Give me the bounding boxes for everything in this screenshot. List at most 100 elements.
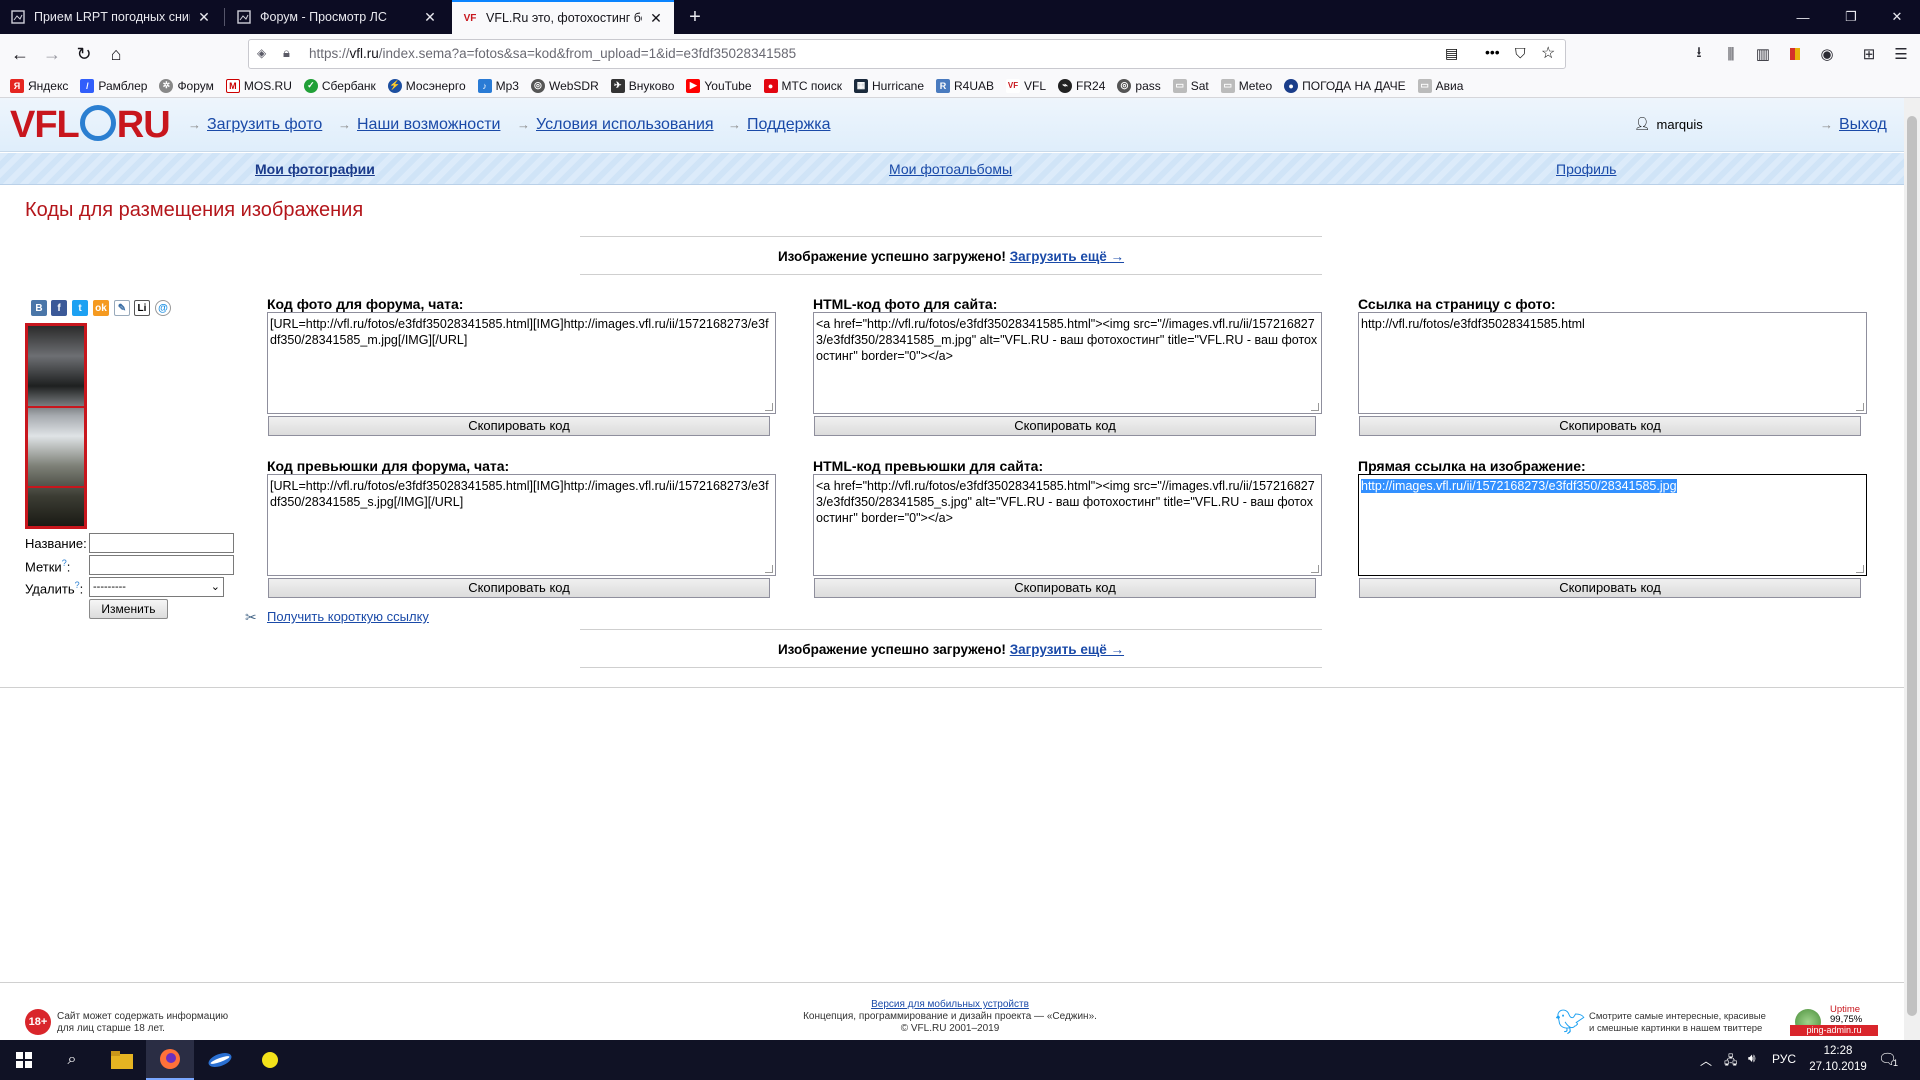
- volume-icon[interactable]: 🔊︎: [1748, 1051, 1756, 1066]
- bookmark-youtube[interactable]: ▶ YouTube: [686, 78, 752, 93]
- resize-grip-icon[interactable]: [765, 565, 773, 573]
- ping-admin-badge[interactable]: ping-admin.ru: [1790, 1025, 1878, 1036]
- sdr-app-icon[interactable]: [196, 1040, 244, 1080]
- twitter-share-icon[interactable]: t: [72, 300, 88, 316]
- bookmark-websdr[interactable]: ◎ WebSDR: [530, 78, 599, 93]
- name-input[interactable]: [89, 533, 234, 553]
- forward-icon[interactable]: →: [36, 38, 68, 70]
- vfl-logo[interactable]: VFL RU: [10, 104, 171, 147]
- bookmark-pogoda[interactable]: ● ПОГОДА НА ДАЧЕ: [1284, 78, 1406, 93]
- close-icon[interactable]: ✕: [648, 10, 664, 27]
- clock[interactable]: 12:28 27.10.2019: [1808, 1043, 1868, 1075]
- features-link[interactable]: → Наши возможности: [338, 116, 500, 134]
- close-icon[interactable]: ✕: [422, 9, 438, 26]
- twitter-bird-icon[interactable]: 🐦︎: [1555, 1011, 1585, 1035]
- bookmark-forum[interactable]: ✲ Форум: [159, 78, 214, 93]
- library-icon[interactable]: ⫼: [1718, 41, 1744, 67]
- bookmark-vnukovo[interactable]: ✈ Внуково: [610, 78, 674, 93]
- new-tab-button[interactable]: +: [678, 0, 712, 34]
- bookmark-star-icon[interactable]: ☆: [1541, 43, 1555, 63]
- extensions-icon[interactable]: ⊞: [1856, 41, 1882, 67]
- tab-vfl[interactable]: VF VFL.Ru это, фотохостинг без р ✕: [452, 0, 674, 34]
- bookmark-r4uab[interactable]: R R4UAB: [936, 78, 994, 93]
- resize-grip-icon[interactable]: [1856, 403, 1864, 411]
- tab-lrpt[interactable]: Прием LRPT погодных снимков ✕: [0, 0, 222, 34]
- lock-icon[interactable]: 🔒︎: [283, 45, 290, 61]
- extension-flag-icon[interactable]: [1782, 41, 1808, 67]
- code-html-photo-textarea[interactable]: <a href="http://vfl.ru/fotos/e3fdf350283…: [813, 312, 1322, 414]
- my-photos-link[interactable]: Мои фотографии: [255, 161, 375, 177]
- reader-view-icon[interactable]: ▤: [1445, 45, 1458, 62]
- minimize-icon[interactable]: —: [1780, 0, 1826, 34]
- bookmark-mosru[interactable]: M MOS.RU: [225, 78, 292, 93]
- windows-start-icon[interactable]: [0, 1040, 48, 1080]
- bookmark-hurricane[interactable]: ▦ Hurricane: [853, 78, 924, 93]
- bookmark-sberbank[interactable]: ✓ Сбербанк: [303, 78, 376, 93]
- sidebar-icon[interactable]: ▥: [1750, 41, 1776, 67]
- bookmark-mosenergo[interactable]: ⚡ Мосэнерго: [387, 78, 466, 93]
- file-explorer-icon[interactable]: [98, 1040, 146, 1080]
- bookmark-rambler[interactable]: / Рамблер: [80, 78, 147, 93]
- mobile-version-link[interactable]: Версия для мобильных устройств: [700, 999, 1200, 1011]
- link-share-icon[interactable]: ✎: [114, 300, 130, 316]
- bookmark-mts[interactable]: ● МТС поиск: [763, 78, 842, 93]
- close-icon[interactable]: ✕: [196, 9, 212, 26]
- reload-icon[interactable]: ↻: [68, 38, 100, 70]
- page-actions-icon[interactable]: •••: [1485, 44, 1500, 60]
- my-albums-link[interactable]: Мои фотоальбомы: [889, 161, 1012, 177]
- code-forum-photo-textarea[interactable]: [URL=http://vfl.ru/fotos/e3fdf3502834158…: [267, 312, 776, 414]
- firefox-icon[interactable]: [146, 1040, 194, 1080]
- upload-more-link[interactable]: Загрузить ещё →: [1010, 642, 1124, 657]
- mailru-share-icon[interactable]: @: [155, 300, 171, 316]
- code-forum-thumb-textarea[interactable]: [URL=http://vfl.ru/fotos/e3fdf3502834158…: [267, 474, 776, 576]
- url-bar[interactable]: ◈ 🔒︎ https://vfl.ru/index.sema?a=fotos&s…: [248, 39, 1566, 69]
- terms-link[interactable]: → Условия использования: [517, 116, 714, 134]
- language-indicator[interactable]: РУС: [1772, 1052, 1796, 1066]
- tracking-protection-icon[interactable]: ◈: [257, 46, 266, 60]
- menu-icon[interactable]: ☰: [1888, 41, 1914, 67]
- bookmark-yandex[interactable]: Я Яндекс: [10, 78, 68, 93]
- bookmark-fr24[interactable]: ⌁ FR24: [1058, 78, 1105, 93]
- liveinternet-share-icon[interactable]: Li: [134, 300, 150, 316]
- help-icon[interactable]: ?: [75, 580, 80, 590]
- tab-forum[interactable]: Форум - Просмотр ЛС ✕: [226, 0, 448, 34]
- restore-icon[interactable]: ❐: [1828, 0, 1874, 34]
- profile-link[interactable]: Профиль: [1556, 161, 1616, 177]
- close-window-icon[interactable]: ✕: [1874, 0, 1920, 34]
- copy-forum-thumb-button[interactable]: Скопировать код: [268, 578, 770, 598]
- network-icon[interactable]: 🖧︎: [1724, 1051, 1737, 1072]
- resize-grip-icon[interactable]: [1311, 403, 1319, 411]
- resize-grip-icon[interactable]: [765, 403, 773, 411]
- bookmark-folder-avia[interactable]: ▭ Авиа: [1417, 78, 1463, 93]
- code-page-link-textarea[interactable]: http://vfl.ru/fotos/e3fdf35028341585.htm…: [1358, 312, 1867, 414]
- yellow-app-icon[interactable]: [246, 1040, 294, 1080]
- change-button[interactable]: Изменить: [89, 599, 168, 619]
- help-icon[interactable]: ?: [62, 558, 67, 568]
- search-icon[interactable]: ⌕: [48, 1040, 96, 1080]
- upload-photo-link[interactable]: → Загрузить фото: [188, 116, 322, 134]
- facebook-share-icon[interactable]: f: [51, 300, 67, 316]
- upload-more-link[interactable]: Загрузить ещё →: [1010, 249, 1124, 264]
- copy-page-link-button[interactable]: Скопировать код: [1359, 416, 1861, 436]
- twitter-promo-text[interactable]: Смотрите самые интересные, красивые и сме…: [1589, 1011, 1766, 1035]
- resize-grip-icon[interactable]: [1856, 565, 1864, 573]
- vk-share-icon[interactable]: В: [31, 300, 47, 316]
- short-link[interactable]: Получить короткую ссылку: [267, 609, 429, 624]
- copy-html-photo-button[interactable]: Скопировать код: [814, 416, 1316, 436]
- tray-chevron-icon[interactable]: ︿: [1700, 1052, 1712, 1069]
- delete-select[interactable]: --------- ⌄: [89, 577, 224, 597]
- home-icon[interactable]: ⌂: [100, 38, 132, 70]
- back-icon[interactable]: ←: [4, 38, 36, 70]
- scrollbar-thumb[interactable]: [1907, 116, 1917, 1016]
- user-info[interactable]: 👤︎ marquis: [1634, 116, 1703, 132]
- copy-direct-link-button[interactable]: Скопировать код: [1359, 578, 1861, 598]
- odnoklassniki-share-icon[interactable]: ok: [93, 300, 109, 316]
- support-link[interactable]: → Поддержка: [728, 116, 830, 134]
- bookmark-folder-meteo[interactable]: ▭ Meteo: [1220, 78, 1272, 93]
- bookmark-pass[interactable]: ◎ pass: [1117, 78, 1161, 93]
- logout-link[interactable]: → Выход: [1820, 116, 1887, 134]
- bookmark-mp3[interactable]: ♪ Mp3: [477, 78, 519, 93]
- resize-grip-icon[interactable]: [1311, 565, 1319, 573]
- copy-html-thumb-button[interactable]: Скопировать код: [814, 578, 1316, 598]
- pocket-icon[interactable]: ⛉: [1515, 45, 1526, 62]
